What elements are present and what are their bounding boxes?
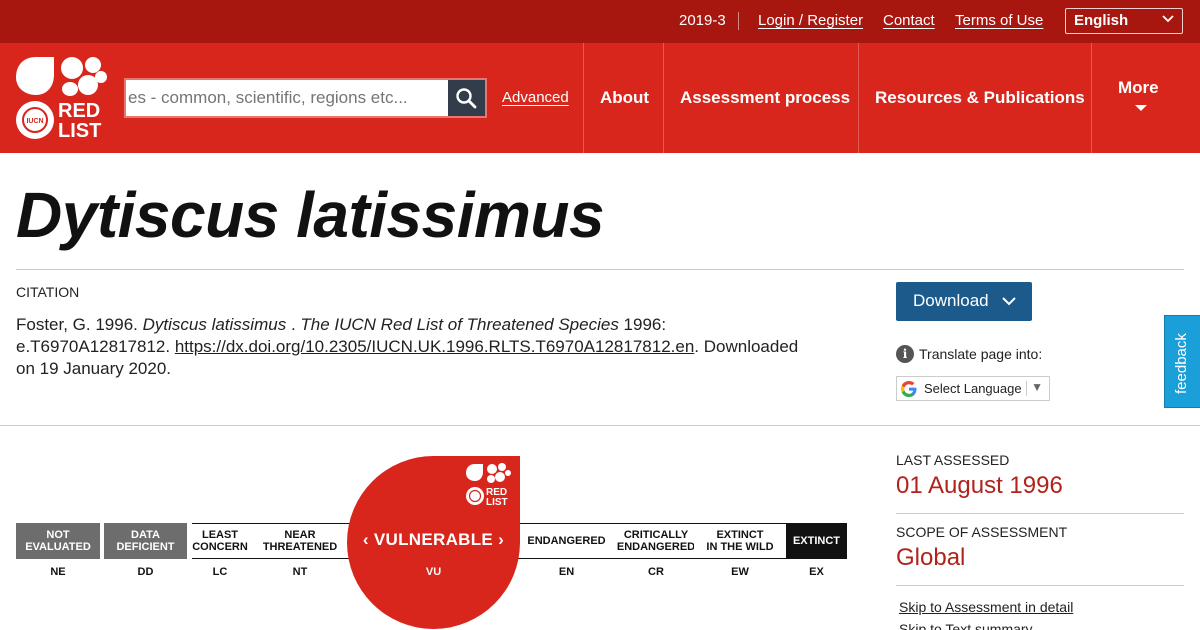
svg-text:RED: RED <box>58 100 100 122</box>
caret-down-icon <box>1135 105 1147 111</box>
iucn-red-list-logo[interactable]: IUCN RED LIST <box>14 55 110 141</box>
category-abbr-dd: DD <box>137 566 154 578</box>
category-label: IN THE WILD <box>706 541 774 553</box>
category-ne: NOT EVALUATED <box>16 523 100 559</box>
category-label: EVALUATED <box>25 541 91 553</box>
category-label: THREATENED <box>262 541 338 553</box>
category-dd: DATA DEFICIENT <box>104 523 187 559</box>
caret-down-icon: ▼ <box>1031 380 1043 394</box>
red-list-badge-logo: RED LIST <box>466 463 511 508</box>
category-label: DATA <box>131 529 160 541</box>
citation-label: CITATION <box>16 284 80 300</box>
current-category-text: VULNERABLE <box>373 530 494 549</box>
translate-label: Translate page into: <box>919 346 1043 362</box>
terms-of-use-link[interactable]: Terms of Use <box>955 12 1043 29</box>
category-abbr-nt: NT <box>292 566 308 578</box>
select-language-label: Select Language <box>924 381 1022 396</box>
citation-species: Dytiscus latissimus <box>142 315 287 334</box>
category-nt: NEAR THREATENED <box>248 523 352 559</box>
nav-divider <box>1091 43 1092 153</box>
svg-text:IUCN: IUCN <box>26 118 43 125</box>
language-select-value: English <box>1074 12 1129 29</box>
species-search <box>124 78 487 118</box>
last-assessed-value: 01 August 1996 <box>896 472 1063 499</box>
category-cr: CRITICALLY ENDANGERED <box>616 523 696 559</box>
species-title: Dytiscus latissimus <box>16 179 605 251</box>
nav-more[interactable]: More <box>1118 78 1159 98</box>
feedback-tab[interactable]: feedback <box>1164 315 1200 408</box>
chevron-left-icon: ‹ <box>362 530 369 549</box>
category-label: NOT <box>46 529 70 541</box>
category-label: EXTINCT <box>716 529 764 541</box>
category-label: ENDANGERED <box>616 541 696 553</box>
top-utility-bar: 2019-3 Login / Register Contact Terms of… <box>0 0 1200 43</box>
language-select[interactable]: English <box>1065 8 1183 34</box>
divider <box>738 12 739 30</box>
feedback-label: feedback <box>1173 333 1190 394</box>
category-abbr-en: EN <box>558 566 575 578</box>
chevron-down-icon <box>1002 297 1016 306</box>
current-category-abbr: VU <box>425 566 442 578</box>
login-register-link[interactable]: Login / Register <box>758 12 863 29</box>
advanced-search-link[interactable]: Advanced <box>502 89 569 106</box>
category-abbr-ne: NE <box>50 566 66 578</box>
category-label: EXTINCT <box>792 535 841 547</box>
category-abbr-cr: CR <box>648 566 664 578</box>
nav-divider <box>663 43 664 153</box>
google-icon <box>901 381 917 397</box>
download-label: Download <box>913 291 989 310</box>
skip-to-text-summary-link[interactable]: Skip to Text summary <box>899 621 1033 630</box>
download-button[interactable]: Download <box>896 282 1032 321</box>
contact-link[interactable]: Contact <box>883 12 935 29</box>
google-translate-select[interactable]: Select Language ▼ <box>896 376 1050 401</box>
category-abbr-lc: LC <box>212 566 228 578</box>
category-lc: LEAST CONCERN <box>192 523 248 559</box>
main-navigation: IUCN RED LIST Advanced About Assessment … <box>0 43 1200 153</box>
chevron-right-icon: › <box>498 530 505 549</box>
category-label: NEAR <box>284 529 316 541</box>
nav-divider <box>858 43 859 153</box>
nav-about[interactable]: About <box>600 88 649 108</box>
scope-value: Global <box>896 544 966 571</box>
category-label: CONCERN <box>192 541 248 553</box>
nav-divider <box>583 43 584 153</box>
divider <box>0 425 1200 426</box>
nav-assessment-process[interactable]: Assessment process <box>680 88 850 108</box>
citation-separator: . <box>286 315 301 334</box>
nav-resources-publications[interactable]: Resources & Publications <box>875 88 1085 108</box>
divider <box>16 269 1184 270</box>
category-label: DEFICIENT <box>116 541 175 553</box>
doi-link[interactable]: https://dx.doi.org/10.2305/IUCN.UK.1996.… <box>175 337 694 356</box>
category-ew: EXTINCT IN THE WILD <box>694 523 786 559</box>
category-label: CRITICALLY <box>623 529 689 541</box>
citation-author: Foster, G. 1996. <box>16 315 143 334</box>
chevron-down-icon <box>1162 15 1174 23</box>
logo-text-list: LIST <box>486 497 508 508</box>
search-button[interactable] <box>448 80 485 116</box>
citation-journal: The IUCN Red List of Threatened Species <box>300 315 619 334</box>
last-assessed-label: LAST ASSESSED <box>896 452 1010 468</box>
skip-to-assessment-link[interactable]: Skip to Assessment in detail <box>899 599 1073 615</box>
category-label: LEAST <box>201 529 239 541</box>
divider <box>896 585 1184 586</box>
search-input[interactable] <box>126 80 448 116</box>
category-abbr-ew: EW <box>731 566 749 578</box>
category-ex: EXTINCT <box>786 523 847 559</box>
scope-label: SCOPE OF ASSESSMENT <box>896 524 1068 540</box>
info-icon: i <box>896 345 914 363</box>
category-label: ENDANGERED <box>527 535 606 547</box>
citation-text: Foster, G. 1996. Dytiscus latissimus . T… <box>16 314 816 380</box>
divider <box>896 513 1184 514</box>
divider <box>1026 381 1027 396</box>
search-icon <box>456 88 477 109</box>
current-category-label: ‹ VULNERABLE › <box>347 530 520 550</box>
svg-text:LIST: LIST <box>58 120 101 141</box>
version-label: 2019-3 <box>679 12 726 29</box>
category-en: ENDANGERED <box>515 523 618 559</box>
category-abbr-ex: EX <box>809 566 824 578</box>
